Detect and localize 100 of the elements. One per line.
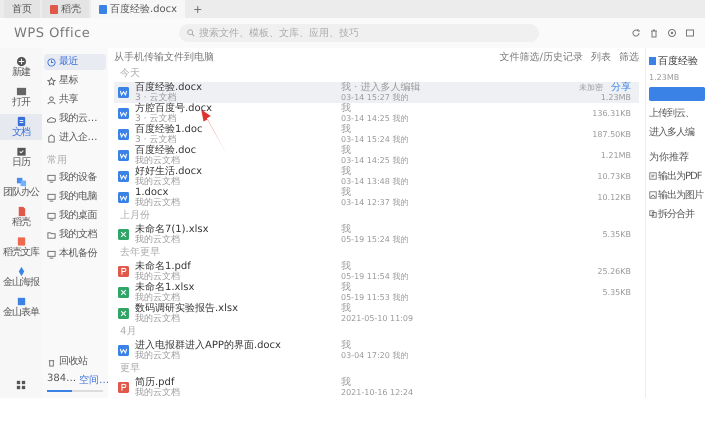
panel-action[interactable]: 进入多人编 xyxy=(649,125,705,139)
panel-tool[interactable]: 拆分合并 xyxy=(649,207,705,221)
file-row[interactable]: 未命名1.pdf 我的云文档 我 05-19 11:54 我的 25.26KB xyxy=(114,261,639,282)
file-location: 3 · 云文档 xyxy=(135,93,178,103)
file-location: 3 · 云文档 xyxy=(135,135,178,145)
file-time: 03-14 15:27 我的 xyxy=(341,92,410,102)
file-name: 百度经验1.doc xyxy=(135,124,204,135)
group-header: 上月份 xyxy=(119,210,151,222)
nav-item[interactable]: 我的电脑 xyxy=(44,189,106,205)
file-row[interactable]: 百度经验.doc 我的云文档 我 03-14 14:25 我的 1.21MB xyxy=(114,145,639,166)
sidebar-item[interactable]: 日历 xyxy=(0,144,42,170)
apps-icon[interactable] xyxy=(16,380,26,390)
file-location: 我的云文档 xyxy=(135,177,181,187)
file-time: 2021-10-16 12:24 xyxy=(341,388,414,398)
search-field[interactable]: 搜索文件、模板、文库、应用、技巧 xyxy=(179,24,539,42)
recycle-bin[interactable]: 回收站 xyxy=(44,354,106,370)
file-size: 187.50KB xyxy=(592,130,631,140)
panel-action[interactable]: 上传到云、 xyxy=(649,106,705,120)
nav-item[interactable]: 我的桌面 xyxy=(44,208,106,224)
folder-icon xyxy=(47,230,56,240)
tab[interactable]: 稻壳 xyxy=(42,0,89,18)
settings-icon[interactable] xyxy=(667,28,677,38)
building-icon xyxy=(47,134,56,142)
sidebar-item[interactable]: 新建 xyxy=(0,54,42,80)
storage-usage: 384… xyxy=(47,373,76,386)
file-owner: 我 xyxy=(341,262,352,272)
file-owner: 我 xyxy=(341,378,352,388)
file-time: 03-04 17:20 我的 xyxy=(341,350,410,360)
file-owner: 我 xyxy=(341,304,352,314)
file-row[interactable]: 百度经验1.doc 3 · 云文档 我 03-14 15:24 我的 187.50KB xyxy=(114,124,639,145)
sidebar-item[interactable]: 稻壳文库 xyxy=(0,234,42,260)
sidebar-item[interactable]: 文档 xyxy=(0,114,42,140)
panel-tool[interactable]: 输出为PDF xyxy=(649,169,705,183)
file-row[interactable]: 方腔百度号.docx 3 · 云文档 我 03-14 14:25 我的 136.31KB xyxy=(114,103,639,124)
file-row[interactable]: 数码调研实验报告.xlsx 我的云文档 我 2021-05-10 11:09 xyxy=(114,303,639,324)
nav-item[interactable]: 我的云… xyxy=(44,111,106,127)
filter-tool-button[interactable]: 文件筛选/历史记录 xyxy=(500,50,583,64)
image-icon xyxy=(649,191,657,199)
folder-icon xyxy=(16,86,26,97)
storage-link[interactable]: 空间… xyxy=(79,373,110,387)
transfer-link[interactable]: 从手机传输文件到电脑 xyxy=(114,50,214,64)
group-header: 4月 xyxy=(119,326,138,338)
file-name: 进入电报群进入APP的界面.docx xyxy=(135,340,282,351)
file-time: 2021-05-10 11:09 xyxy=(341,314,414,324)
file-time: 03-14 12:37 我的 xyxy=(341,198,410,208)
trash-icon[interactable] xyxy=(649,28,659,38)
file-location: 我的云文档 xyxy=(135,272,181,282)
file-location: 我的云文档 xyxy=(135,314,181,324)
group-header: 去年更早 xyxy=(119,247,161,259)
pdf-export-icon xyxy=(649,172,657,180)
file-location: 我的云文档 xyxy=(135,198,181,208)
file-owner: 我 xyxy=(341,124,352,134)
file-location: 我的云文档 xyxy=(135,156,181,166)
file-row[interactable]: 百度经验.docx 3 · 云文档 我 · 进入多人编辑 03-14 15:27 我的 未加密 分享 1.23MB xyxy=(114,82,639,103)
window-icon[interactable] xyxy=(685,28,695,38)
file-size: 25.26KB xyxy=(597,266,631,276)
file-size: 10.12KB xyxy=(597,192,631,202)
sidebar-item[interactable]: 稻壳 xyxy=(0,204,42,230)
docer-icon xyxy=(50,4,58,14)
form-icon xyxy=(16,296,26,307)
nav-item[interactable]: 我的设备 xyxy=(44,170,106,186)
file-time: 03-14 15:24 我的 xyxy=(341,134,410,144)
nav-item[interactable]: 共享 xyxy=(44,92,106,108)
file-row[interactable]: 好好生活.docx 我的云文档 我 03-14 13:48 我的 10.73KB xyxy=(114,166,639,187)
file-owner: 我 xyxy=(341,340,352,350)
sidebar-item[interactable]: 打开 xyxy=(0,84,42,110)
nav-item[interactable]: 本机备份 xyxy=(44,246,106,262)
file-size: 1.23MB xyxy=(600,92,631,102)
nav-item[interactable]: 我的文档 xyxy=(44,227,106,243)
file-name: 好好生活.docx xyxy=(135,166,204,177)
file-name: 未命名1.pdf xyxy=(135,261,192,272)
nav-item[interactable]: 进入企… xyxy=(44,130,106,146)
nav-item[interactable]: 星标 xyxy=(44,73,106,89)
sidebar-item[interactable]: 团队办公 xyxy=(0,174,42,200)
star-icon xyxy=(47,76,56,86)
list-view-button[interactable]: 列表 xyxy=(591,50,611,64)
nav-item[interactable]: 最近 xyxy=(44,54,106,70)
refresh-icon[interactable] xyxy=(631,28,641,38)
new-tab-button[interactable]: + xyxy=(187,0,208,18)
tab[interactable]: 百度经验.docx xyxy=(91,0,186,18)
file-size: 136.31KB xyxy=(592,108,631,118)
sidebar-item[interactable]: 金山表单 xyxy=(0,294,42,320)
file-row[interactable]: 未命名1.xlsx 我的云文档 我 05-19 11:53 我的 5.35KB xyxy=(114,282,639,303)
file-owner: 我 xyxy=(341,188,352,198)
word-file-icon xyxy=(118,192,129,203)
file-row[interactable]: 简历.pdf 我的云文档 我 2021-10-16 12:24 xyxy=(114,377,639,398)
filter-button[interactable]: 筛选 xyxy=(619,50,639,64)
file-row[interactable]: 进入电报群进入APP的界面.docx 我的云文档 我 03-04 17:20 我的 xyxy=(114,340,639,361)
cloud-icon xyxy=(47,114,56,124)
monitor-icon xyxy=(47,192,56,202)
library-icon xyxy=(16,236,26,247)
panel-tool[interactable]: 输出为图片 xyxy=(649,188,705,202)
tab[interactable]: 首页 xyxy=(4,0,40,18)
file-row[interactable]: 1.docx 我的云文档 我 03-14 12:37 我的 10.12KB xyxy=(114,187,639,208)
word-file-icon xyxy=(118,87,129,98)
sidebar-item[interactable]: 金山海报 xyxy=(0,264,42,290)
file-size: 1.23MB xyxy=(649,73,680,82)
spreadsheet-file-icon xyxy=(118,287,129,298)
file-name: 1.docx xyxy=(135,187,168,198)
file-row[interactable]: 未命名7(1).xlsx 我的云文档 我 05-19 15:24 我的 5.35KB xyxy=(114,224,639,245)
